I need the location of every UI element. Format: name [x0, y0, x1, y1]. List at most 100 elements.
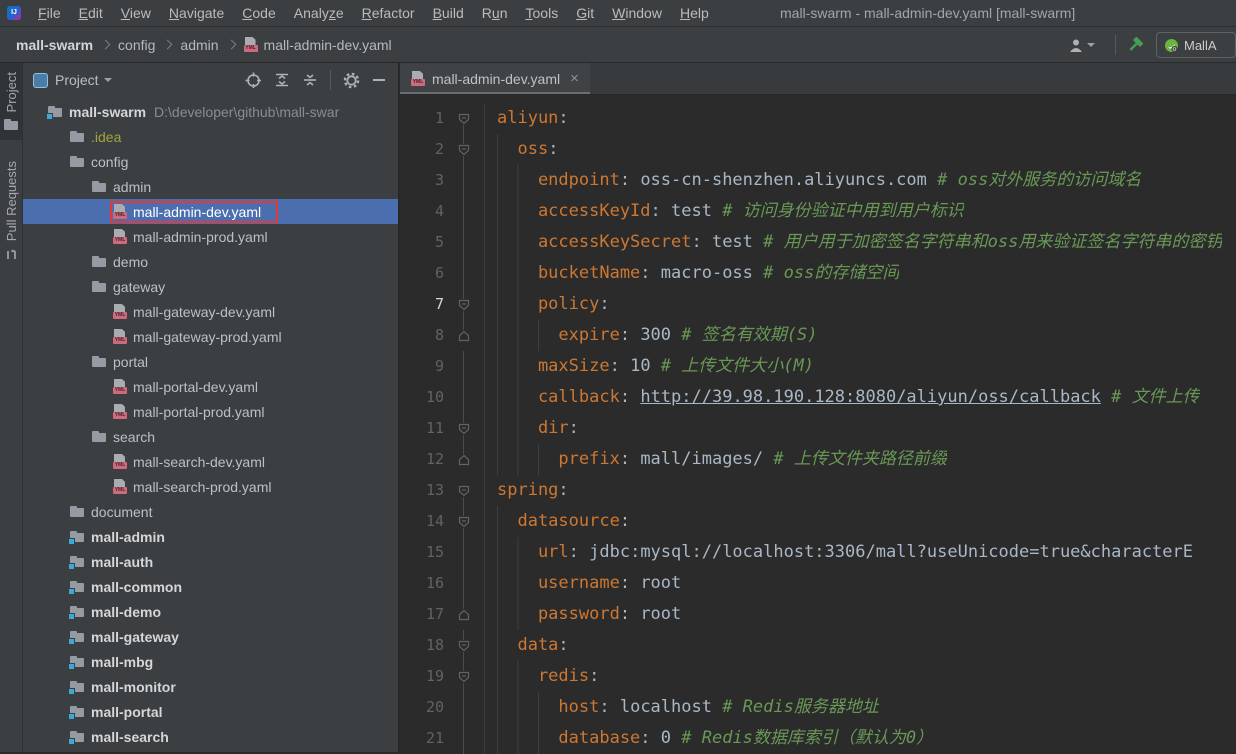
locate-icon[interactable] — [245, 72, 262, 89]
tool-window-button-pull-requests[interactable]: Pull Requests — [0, 152, 22, 275]
tree-row-demo[interactable]: demo — [23, 249, 398, 274]
tree-row-mall-search-dev.yaml[interactable]: YMLmall-search-dev.yaml — [23, 449, 398, 474]
tree-row-mall-admin-prod.yaml[interactable]: YMLmall-admin-prod.yaml — [23, 224, 398, 249]
tree-row-mall-monitor[interactable]: mall-monitor — [23, 674, 398, 699]
menu-item-refactor[interactable]: Refactor — [353, 0, 424, 26]
code-line-8[interactable]: 8expire: 300 # 签名有效期(S) — [400, 320, 1236, 351]
tool-window-button-project[interactable]: Project — [0, 63, 22, 140]
tree-chevron-collapsed[interactable] — [51, 509, 69, 515]
tree-row-mall-gateway-dev.yaml[interactable]: YMLmall-gateway-dev.yaml — [23, 299, 398, 324]
code-line-14[interactable]: 14datasource: — [400, 506, 1236, 537]
tree-row-.idea[interactable]: .idea — [23, 124, 398, 149]
code-line-15[interactable]: 15url: jdbc:mysql://localhost:3306/mall?… — [400, 537, 1236, 568]
tree-row-mall-common[interactable]: mall-common — [23, 574, 398, 599]
code-line-11[interactable]: 11dir: — [400, 413, 1236, 444]
settings-gear-icon[interactable] — [343, 72, 360, 89]
code-line-20[interactable]: 20host: localhost # Redis服务器地址 — [400, 692, 1236, 723]
tree-row-mall-swarm[interactable]: mall-swarmD:\developer\github\mall-swar — [23, 99, 398, 124]
tree-row-gateway[interactable]: gateway — [23, 274, 398, 299]
code-line-5[interactable]: 5accessKeySecret: test # 用户用于加密签名字符串和oss… — [400, 227, 1236, 258]
menu-item-edit[interactable]: Edit — [70, 0, 112, 26]
tree-row-mall-admin-dev.yaml[interactable]: YMLmall-admin-dev.yaml — [23, 199, 398, 224]
tree-row-mall-portal-dev.yaml[interactable]: YMLmall-portal-dev.yaml — [23, 374, 398, 399]
tree-chevron-expanded[interactable] — [29, 110, 47, 114]
tree-row-mall-search[interactable]: mall-search — [23, 724, 398, 749]
tree-row-config[interactable]: config — [23, 149, 398, 174]
breadcrumb-item-admin[interactable]: admin — [180, 37, 218, 53]
code-line-21[interactable]: 21database: 0 # Redis数据库索引（默认为0） — [400, 723, 1236, 754]
fold-marker-icon[interactable] — [444, 413, 485, 444]
project-view-selector[interactable]: Project — [55, 72, 99, 88]
editor-tab-mall-admin-dev[interactable]: YML mall-admin-dev.yaml × — [400, 63, 590, 94]
collapse-all-icon[interactable] — [302, 72, 318, 88]
build-hammer-icon[interactable] — [1126, 36, 1144, 54]
menu-item-tools[interactable]: Tools — [516, 0, 567, 26]
fold-marker-icon[interactable] — [444, 444, 485, 475]
tree-chevron-collapsed[interactable] — [51, 734, 69, 740]
code-line-13[interactable]: 13spring: — [400, 475, 1236, 506]
menu-item-git[interactable]: Git — [567, 0, 603, 26]
code-line-1[interactable]: 1aliyun: — [400, 103, 1236, 134]
menu-item-code[interactable]: Code — [233, 0, 285, 26]
code-line-6[interactable]: 6bucketName: macro-oss # oss的存储空间 — [400, 258, 1236, 289]
fold-marker-icon[interactable] — [444, 661, 485, 692]
tree-row-portal[interactable]: portal — [23, 349, 398, 374]
code-line-18[interactable]: 18data: — [400, 630, 1236, 661]
tree-chevron-collapsed[interactable] — [51, 584, 69, 590]
fold-marker-icon[interactable] — [444, 506, 485, 537]
tree-chevron-collapsed[interactable] — [51, 559, 69, 565]
code-line-7[interactable]: 7policy: — [400, 289, 1236, 320]
tree-chevron-collapsed[interactable] — [51, 684, 69, 690]
tree-row-mall-portal[interactable]: mall-portal — [23, 699, 398, 724]
tree-row-document[interactable]: document — [23, 499, 398, 524]
breadcrumb-item-mall-admin-dev.yaml[interactable]: mall-admin-dev.yaml — [264, 37, 392, 53]
menu-item-file[interactable]: File — [29, 0, 70, 26]
menu-item-help[interactable]: Help — [671, 0, 718, 26]
tree-chevron-collapsed[interactable] — [51, 134, 69, 140]
tree-chevron-collapsed[interactable] — [51, 634, 69, 640]
tree-chevron-expanded[interactable] — [73, 285, 91, 289]
tree-row-mall-auth[interactable]: mall-auth — [23, 549, 398, 574]
close-icon[interactable]: × — [570, 70, 579, 87]
tree-chevron-collapsed[interactable] — [51, 534, 69, 540]
tree-row-mall-demo[interactable]: mall-demo — [23, 599, 398, 624]
breadcrumb-item-config[interactable]: config — [118, 37, 155, 53]
fold-marker-icon[interactable] — [444, 320, 485, 351]
tree-row-mall-mbg[interactable]: mall-mbg — [23, 649, 398, 674]
tree-row-mall-gateway[interactable]: mall-gateway — [23, 624, 398, 649]
code-line-4[interactable]: 4accessKeyId: test # 访问身份验证中用到用户标识 — [400, 196, 1236, 227]
code-line-2[interactable]: 2oss: — [400, 134, 1236, 165]
fold-marker-icon[interactable] — [444, 475, 485, 506]
user-account-button[interactable] — [1068, 38, 1095, 53]
tree-chevron-collapsed[interactable] — [73, 259, 91, 265]
fold-marker-icon[interactable] — [444, 289, 485, 320]
code-line-10[interactable]: 10callback: http://39.98.190.128:8080/al… — [400, 382, 1236, 413]
tree-row-mall-search-prod.yaml[interactable]: YMLmall-search-prod.yaml — [23, 474, 398, 499]
menu-item-window[interactable]: Window — [603, 0, 671, 26]
hide-panel-icon[interactable] — [372, 73, 386, 87]
menu-item-run[interactable]: Run — [473, 0, 517, 26]
menu-item-view[interactable]: View — [112, 0, 160, 26]
menu-item-analyze[interactable]: Analyze — [285, 0, 353, 26]
tree-row-mall-portal-prod.yaml[interactable]: YMLmall-portal-prod.yaml — [23, 399, 398, 424]
tree-chevron-expanded[interactable] — [73, 185, 91, 189]
code-line-9[interactable]: 9maxSize: 10 # 上传文件大小(M) — [400, 351, 1236, 382]
tree-chevron-collapsed[interactable] — [51, 659, 69, 665]
fold-marker-icon[interactable] — [444, 103, 485, 134]
code-line-16[interactable]: 16username: root — [400, 568, 1236, 599]
tree-row-search[interactable]: search — [23, 424, 398, 449]
tree-chevron-collapsed[interactable] — [51, 609, 69, 615]
tree-row-mall-admin[interactable]: mall-admin — [23, 524, 398, 549]
tree-row-mall-gateway-prod.yaml[interactable]: YMLmall-gateway-prod.yaml — [23, 324, 398, 349]
tree-chevron-expanded[interactable] — [73, 435, 91, 439]
menu-item-navigate[interactable]: Navigate — [160, 0, 233, 26]
code-line-19[interactable]: 19redis: — [400, 661, 1236, 692]
expand-all-icon[interactable] — [274, 72, 290, 88]
tree-row-admin[interactable]: admin — [23, 174, 398, 199]
code-editor[interactable]: 1aliyun:2oss:3endpoint: oss-cn-shenzhen.… — [400, 95, 1236, 754]
tree-chevron-collapsed[interactable] — [51, 709, 69, 715]
tree-chevron-expanded[interactable] — [51, 160, 69, 164]
fold-marker-icon[interactable] — [444, 599, 485, 630]
code-line-17[interactable]: 17password: root — [400, 599, 1236, 630]
menu-item-build[interactable]: Build — [424, 0, 473, 26]
